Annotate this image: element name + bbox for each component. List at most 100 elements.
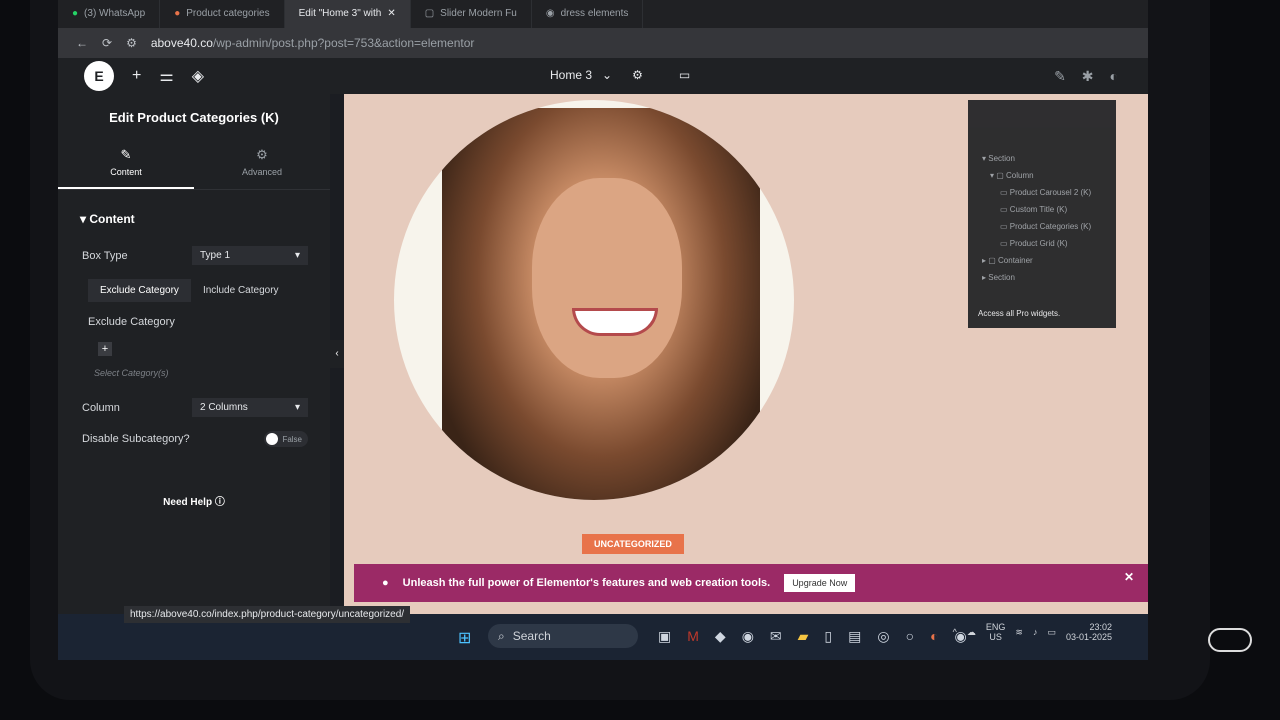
tab-advanced[interactable]: ⚙ Advanced: [194, 143, 330, 189]
cortana-icon[interactable]: ○: [906, 628, 914, 645]
chevron-down-icon: ▾: [294, 402, 300, 413]
wifi-icon[interactable]: ≋: [1015, 627, 1023, 638]
clock[interactable]: 23:02 03-01-2025: [1066, 622, 1112, 642]
box-type-row: Box Type Type 1 ▾: [82, 246, 308, 265]
mcafee-icon[interactable]: M: [687, 628, 699, 645]
tab-dress[interactable]: ◉ dress elements: [532, 0, 644, 28]
nav-item[interactable]: ▭ Product Categories (K): [982, 218, 1116, 235]
onedrive-icon[interactable]: ☁: [967, 627, 976, 638]
nav-item[interactable]: ▭ Custom Title (K): [982, 201, 1116, 218]
nav-item-label: Column: [1006, 171, 1034, 180]
system-tray: ^ ☁ ENG US ≋ ♪ ▭ 23:02 03-01-2025: [953, 622, 1112, 642]
close-icon[interactable]: ✕: [1124, 570, 1134, 584]
screen: ● (3) WhatsApp ● Product categories Edit "…: [58, 0, 1148, 660]
nav-item[interactable]: ▾ ▢ Column: [982, 167, 1116, 184]
box-type-select[interactable]: Type 1 ▾: [192, 246, 308, 265]
battery-icon[interactable]: ▭: [1047, 627, 1056, 638]
navigator-panel: ▾ Section ▾ ▢ Column ▭ Product Carousel …: [968, 100, 1116, 328]
elementor-logo-icon[interactable]: E: [84, 61, 114, 91]
upgrade-now-button[interactable]: Upgrade Now: [784, 574, 856, 592]
folder-icon[interactable]: ▰: [798, 628, 809, 645]
volume-icon[interactable]: ♪: [1033, 627, 1038, 637]
collapse-panel-icon[interactable]: ‹: [330, 340, 344, 368]
reload-icon[interactable]: ⟳: [102, 36, 112, 50]
page-settings-icon[interactable]: ⚙: [632, 68, 643, 82]
page-selector[interactable]: Home 3 ⌄ ⚙ ▭: [550, 68, 690, 82]
nav-item-label: Section: [988, 273, 1015, 282]
address-bar: ← ⟳ ⚙ above40.co/wp-admin/post.php?post=…: [58, 28, 1148, 58]
subcategory-toggle[interactable]: False: [264, 431, 308, 447]
outlook-icon[interactable]: ✉: [770, 628, 782, 645]
navigator-list: ▾ Section ▾ ▢ Column ▭ Product Carousel …: [968, 100, 1116, 286]
subcategory-row: Disable Subcategory? False: [82, 431, 308, 447]
google-icon: ◉: [545, 8, 555, 19]
nav-item-label: Product Categories (K): [1009, 222, 1092, 231]
alexa-icon[interactable]: ◎: [877, 628, 889, 645]
brave-icon[interactable]: ◐: [930, 628, 938, 645]
add-category-icon[interactable]: +: [98, 342, 112, 356]
select-category-input[interactable]: Select Category(s): [94, 368, 330, 378]
date: 03-01-2025: [1065, 632, 1112, 642]
site-settings-icon[interactable]: ⚌: [159, 66, 173, 86]
tab-whatsapp[interactable]: ● (3) WhatsApp: [58, 0, 161, 28]
include-category-button[interactable]: Include Category: [191, 279, 291, 302]
category-image-circle[interactable]: [394, 100, 794, 500]
tab-product-categories[interactable]: ● Product categories: [160, 0, 285, 28]
section-content-toggle[interactable]: ▾ Content: [80, 212, 330, 226]
chrome-icon[interactable]: ◉: [742, 628, 754, 645]
nav-item[interactable]: ▸ ▢ Container: [982, 252, 1116, 269]
chrome-icon: ●: [174, 8, 181, 19]
nav-item[interactable]: ▸ Section: [982, 269, 1116, 286]
language-code: ENG: [985, 622, 1006, 632]
navigator-pro-text: Access all Pro widgets.: [978, 309, 1061, 318]
chevron-up-icon[interactable]: ^: [953, 627, 957, 637]
back-icon[interactable]: ←: [76, 36, 88, 50]
nav-item-label: Product Grid (K): [1009, 239, 1068, 248]
taskbar-apps: ▣ M ◆ ◉ ✉ ▰ ▯ ▤ ◎ ○ ◐ ◉: [658, 628, 967, 645]
region-code: US: [989, 632, 1002, 642]
nav-item[interactable]: ▾ Section: [982, 150, 1116, 167]
chevron-down-icon: ⌄: [602, 68, 613, 82]
task-view-icon[interactable]: ▣: [658, 628, 671, 645]
tab-advanced-label: Advanced: [241, 167, 283, 177]
nav-item[interactable]: ▭ Product Grid (K): [982, 235, 1116, 252]
add-element-icon[interactable]: +: [132, 67, 141, 85]
close-icon[interactable]: ✕: [387, 0, 395, 28]
plugin-icon[interactable]: ✱: [1082, 68, 1094, 85]
taskbar-search[interactable]: ⌕ Search: [488, 624, 638, 648]
column-value: 2 Columns: [200, 402, 248, 413]
tab-edit-home[interactable]: Edit "Home 3" with ✕: [284, 0, 411, 28]
windows-start-icon[interactable]: ⊞: [458, 628, 471, 648]
help-icon: ⓘ: [214, 497, 225, 508]
edit-icon[interactable]: ✎: [1054, 68, 1066, 85]
notepad-icon[interactable]: ▯: [824, 628, 832, 645]
search-label: Search: [512, 629, 551, 643]
desktop-icon[interactable]: ▭: [679, 68, 690, 82]
url-field[interactable]: above40.co/wp-admin/post.php?post=753&ac…: [151, 36, 475, 50]
nav-item[interactable]: ▭ Product Carousel 2 (K): [982, 184, 1116, 201]
promo-banner: ● Unleash the full power of Elementor's …: [354, 564, 1148, 602]
pencil-icon: ✎: [120, 147, 132, 162]
copilot-icon[interactable]: ◆: [715, 628, 726, 645]
exclude-category-button[interactable]: Exclude Category: [88, 279, 191, 302]
structure-icon[interactable]: ◈: [192, 66, 204, 86]
need-help-link[interactable]: Need Help ⓘ: [58, 493, 330, 508]
tab-content[interactable]: ✎ Content: [58, 143, 194, 189]
preview-icon[interactable]: ◐: [1110, 68, 1118, 85]
need-help-label: Need Help: [163, 497, 213, 508]
topbar-right-tools: ✎ ✱ ◐: [1054, 68, 1118, 85]
elementor-topbar: E + ⚌ ◈ Home 3 ⌄ ⚙ ▭ ✎ ✱ ◐: [58, 58, 1148, 94]
column-select[interactable]: 2 Columns ▾: [192, 398, 308, 417]
site-info-icon[interactable]: ⚙: [126, 36, 137, 50]
section-title: Content: [89, 212, 135, 226]
nav-item-label: Section: [988, 154, 1015, 163]
tab-slider[interactable]: ▢ Slider Modern Fu: [411, 0, 532, 28]
language-indicator[interactable]: ENG US: [986, 622, 1006, 642]
promo-text: Unleash the full power of Elementor's fe…: [402, 577, 771, 589]
elementor-icon: ●: [382, 577, 389, 589]
subcategory-label: Disable Subcategory?: [82, 433, 190, 445]
windows-taskbar: https://above40.co/index.php/product-cat…: [58, 606, 1148, 660]
docs-icon[interactable]: ▤: [848, 628, 861, 645]
category-badge[interactable]: UNCATEGORIZED: [582, 534, 684, 554]
time: 23:02: [1089, 622, 1112, 632]
